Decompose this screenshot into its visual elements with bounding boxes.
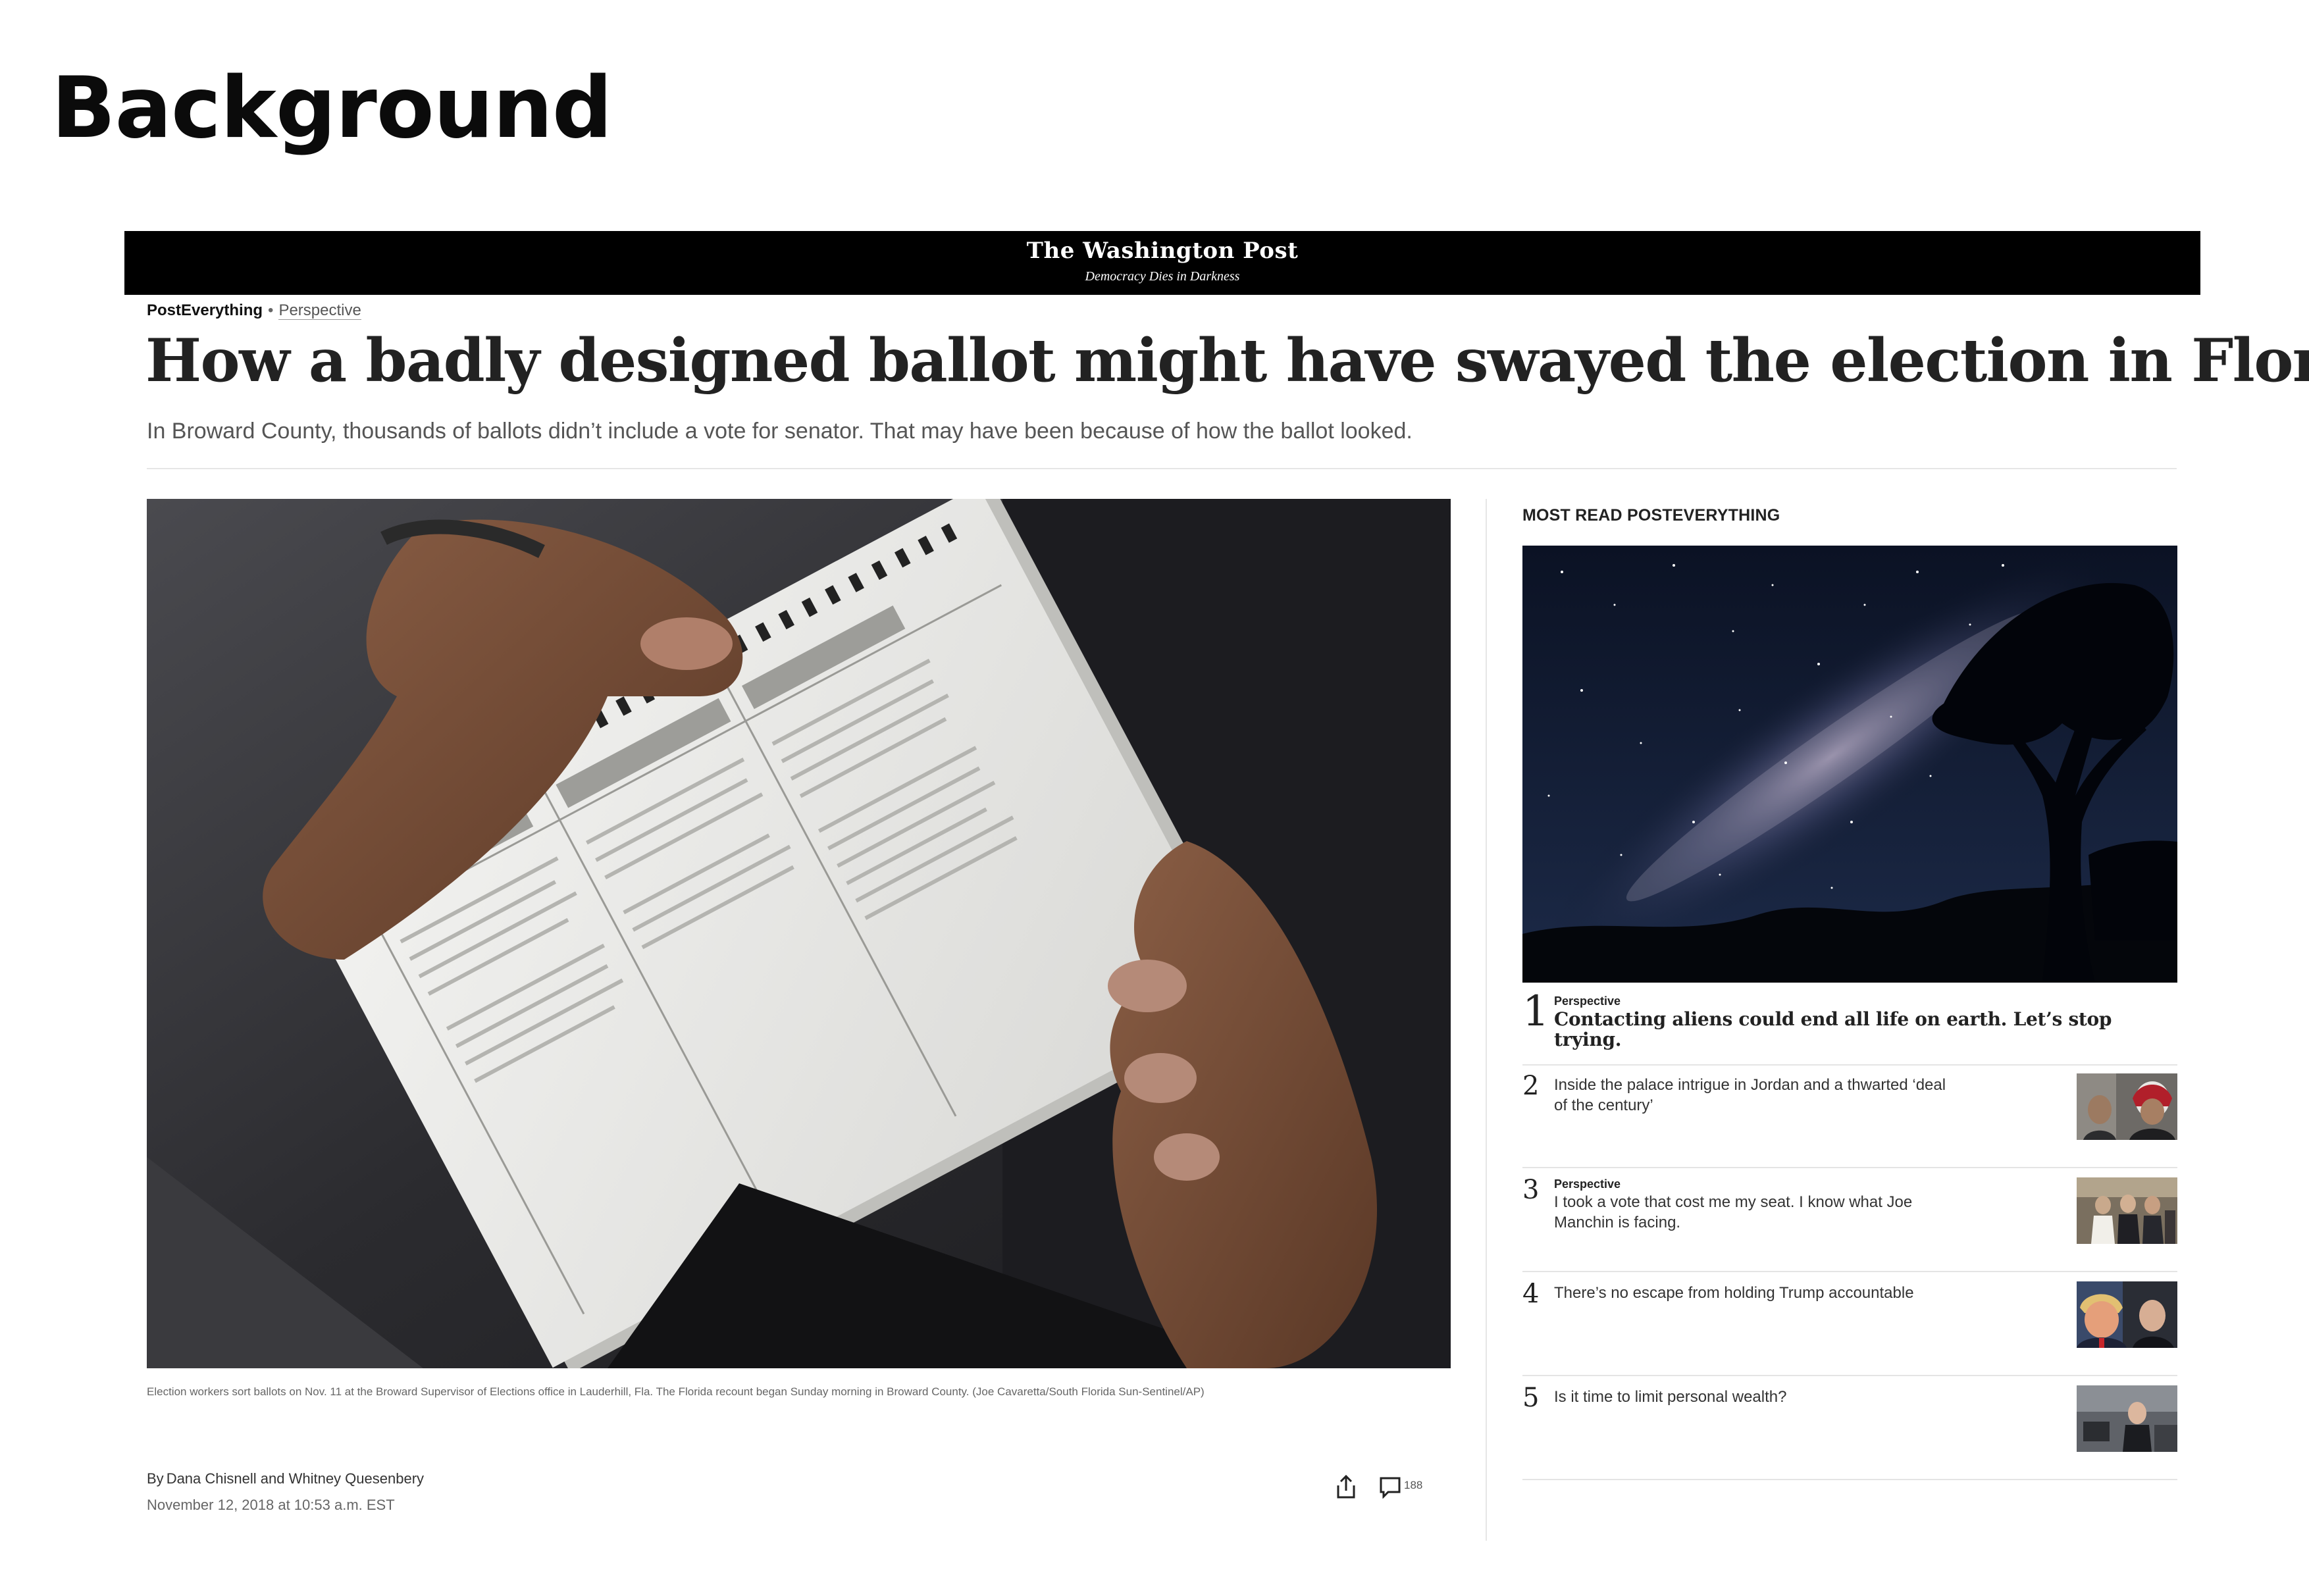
item-headline[interactable]: Is it time to limit personal wealth? [1554, 1387, 1949, 1407]
item-thumbnail[interactable] [2077, 1177, 2177, 1244]
ballot-photo-illustration [147, 499, 1451, 1368]
article-dek: In Broward County, thousands of ballots … [147, 419, 1413, 444]
photo-caption: Election workers sort ballots on Nov. 11… [147, 1385, 1205, 1398]
most-read-item-3[interactable]: 3 Perspective I took a vote that cost me… [1522, 1170, 2177, 1275]
article-headline: How a badly designed ballot might have s… [145, 326, 2309, 396]
lead-photo [147, 499, 1451, 1368]
item-thumbnail[interactable] [2077, 1385, 2177, 1452]
item-divider [1522, 1479, 2177, 1480]
rank-number: 3 [1522, 1175, 1540, 1205]
kicker-separator: • [268, 301, 274, 319]
masthead-bar: The Washington Post Democracy Dies in Da… [124, 231, 2200, 295]
rank-number: 5 [1522, 1383, 1540, 1413]
trump-thumbnail [2077, 1281, 2177, 1348]
item-headline[interactable]: Inside the palace intrigue in Jordan and… [1554, 1075, 1949, 1116]
comment-icon[interactable] [1379, 1476, 1401, 1499]
item-thumbnail[interactable] [2077, 1073, 2177, 1140]
slide-title: Background [51, 59, 612, 157]
personal-wealth-thumbnail [2077, 1385, 2177, 1452]
masthead-logo[interactable]: The Washington Post [124, 238, 2200, 264]
article-kicker: PostEverything • Perspective [147, 301, 361, 320]
article-date: November 12, 2018 at 10:53 a.m. EST [147, 1497, 395, 1513]
rank-number: 2 [1522, 1071, 1540, 1101]
rank-number: 1 [1522, 987, 1549, 1036]
most-read-item-4[interactable]: 4 There’s no escape from holding Trump a… [1522, 1274, 2177, 1379]
item-divider [1522, 1271, 2177, 1272]
most-read-item-2[interactable]: 2 Inside the palace intrigue in Jordan a… [1522, 1066, 2177, 1171]
masthead-tagline: Democracy Dies in Darkness [1085, 269, 1240, 284]
rank-number: 4 [1522, 1279, 1540, 1309]
item-perspective-label: Perspective [1554, 1177, 1621, 1191]
column-divider [1486, 499, 1487, 1541]
item-divider [1522, 1167, 2177, 1168]
item-headline[interactable]: There’s no escape from holding Trump acc… [1554, 1283, 1949, 1303]
most-read-title: MOST READ POSTEVERYTHING [1522, 506, 1780, 525]
capitol-crowd-thumbnail [2077, 1177, 2177, 1244]
item-thumbnail[interactable] [2077, 1281, 2177, 1348]
kicker-perspective-label[interactable]: Perspective [278, 301, 361, 320]
header-divider [147, 468, 2177, 469]
night-sky-illustration [1522, 546, 2177, 983]
item-divider [1522, 1375, 2177, 1376]
kicker-section-link[interactable]: PostEverything [147, 301, 263, 319]
jordan-king-thumbnail [2077, 1073, 2177, 1140]
most-read-item-5[interactable]: 5 Is it time to limit personal wealth? [1522, 1377, 2177, 1483]
most-read-hero-image[interactable] [1522, 546, 2177, 983]
article-byline: By Dana Chisnell and Whitney Quesenbery [147, 1470, 424, 1487]
article-screenshot: The Washington Post Democracy Dies in Da… [124, 231, 2309, 1541]
comment-count[interactable]: 188 [1404, 1479, 1422, 1492]
share-icon[interactable] [1334, 1474, 1358, 1500]
byline-authors[interactable]: Dana Chisnell and Whitney Quesenbery [167, 1470, 424, 1487]
item-perspective-label: Perspective [1554, 994, 1621, 1008]
item-headline[interactable]: Contacting aliens could end all life on … [1554, 1009, 2173, 1050]
most-read-item-1[interactable]: 1 Perspective Contacting aliens could en… [1522, 987, 2177, 1066]
byline-prefix: By [147, 1470, 164, 1487]
item-headline[interactable]: I took a vote that cost me my seat. I kn… [1554, 1192, 1949, 1233]
